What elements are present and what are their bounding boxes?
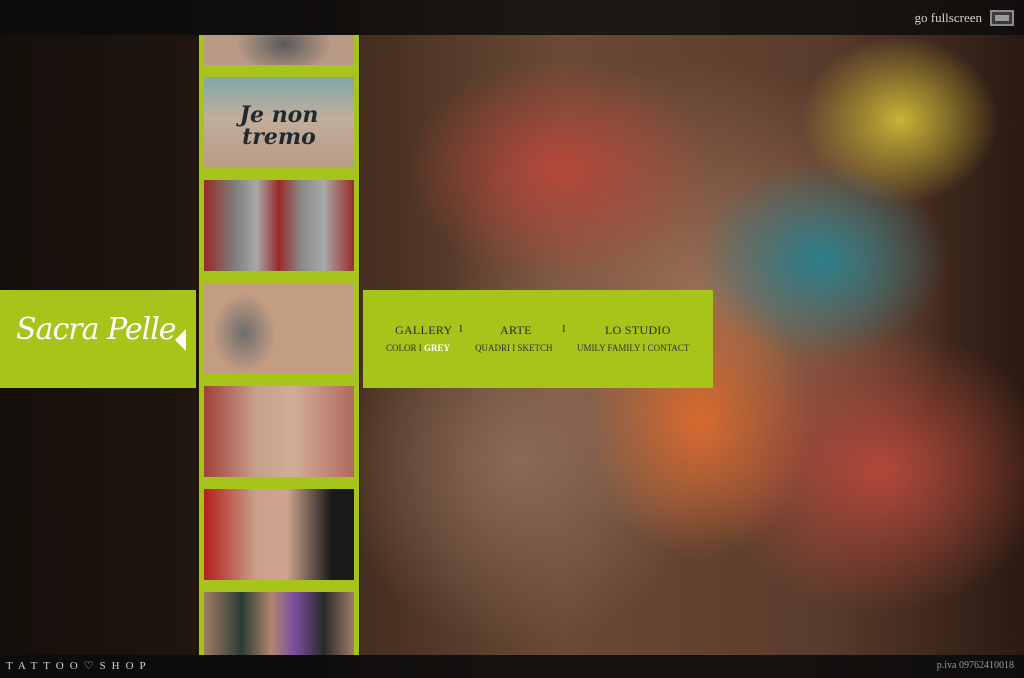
nav-sub-grey[interactable]: GREY [424,343,450,353]
thumbnail-item[interactable] [199,587,359,655]
nav-sub-separator: I [512,343,516,353]
nav-sub-contact[interactable]: CONTACT [648,343,690,353]
thumbnail-strip[interactable]: Je non tremo [199,35,359,655]
nav-arte-sub: QUADRI I SKETCH [475,343,553,353]
top-bar: go fullscreen [0,0,1024,35]
fullscreen-icon [990,10,1014,26]
nav-separator: I [459,323,463,335]
nav-sub-sketch[interactable]: SKETCH [518,343,553,353]
nav-sub-quadri[interactable]: QUADRI [475,343,510,353]
thumbnail-image: Je non tremo [204,77,354,168]
nav-gallery[interactable]: GALLERY [395,323,452,338]
nav-gallery-sub: COLOR I GREY [386,343,450,353]
sacra-pelle-logo[interactable]: Sacra Pelle [16,312,177,347]
thumbnail-image [204,592,354,655]
fullscreen-label: go fullscreen [914,10,982,25]
thumbnail-item[interactable] [199,175,359,276]
thumbnail-image [204,386,354,477]
nav-arte[interactable]: ARTE [500,323,532,338]
nav-studio-sub: UMILY FAMILY I CONTACT [577,343,689,353]
tattoo-shop-label: TATTOO♡SHOP [6,660,152,672]
nav-sub-separator: I [418,343,422,353]
thumbnail-item[interactable]: Je non tremo [199,72,359,173]
nav-lo-studio[interactable]: LO STUDIO [605,323,671,338]
thumbnail-item[interactable] [199,278,359,379]
thumbnail-image [204,35,354,65]
nav-sub-color[interactable]: COLOR [386,343,417,353]
thumbnail-item[interactable] [199,484,359,585]
thumbnail-item[interactable] [199,35,359,70]
thumbnail-image [204,180,354,271]
triangle-left-icon[interactable] [175,329,186,351]
thumbnail-image [204,283,354,374]
thumbnail-item[interactable] [199,381,359,482]
fullscreen-button[interactable]: go fullscreen [914,7,1014,29]
nav-sub-family[interactable]: UMILY FAMILY [577,343,640,353]
thumbnail-caption: Je non tremo [239,102,319,151]
main-navigation: GALLERY I ARTE I LO STUDIO COLOR I GREY … [363,290,713,388]
nav-sub-separator: I [642,343,646,353]
bottom-bar: TATTOO♡SHOP p.iva 09762410018 [0,655,1024,678]
nav-separator: I [562,323,566,335]
thumbnail-image [204,489,354,580]
logo-bar: Sacra Pelle [0,290,196,388]
vat-number: p.iva 09762410018 [936,660,1014,671]
